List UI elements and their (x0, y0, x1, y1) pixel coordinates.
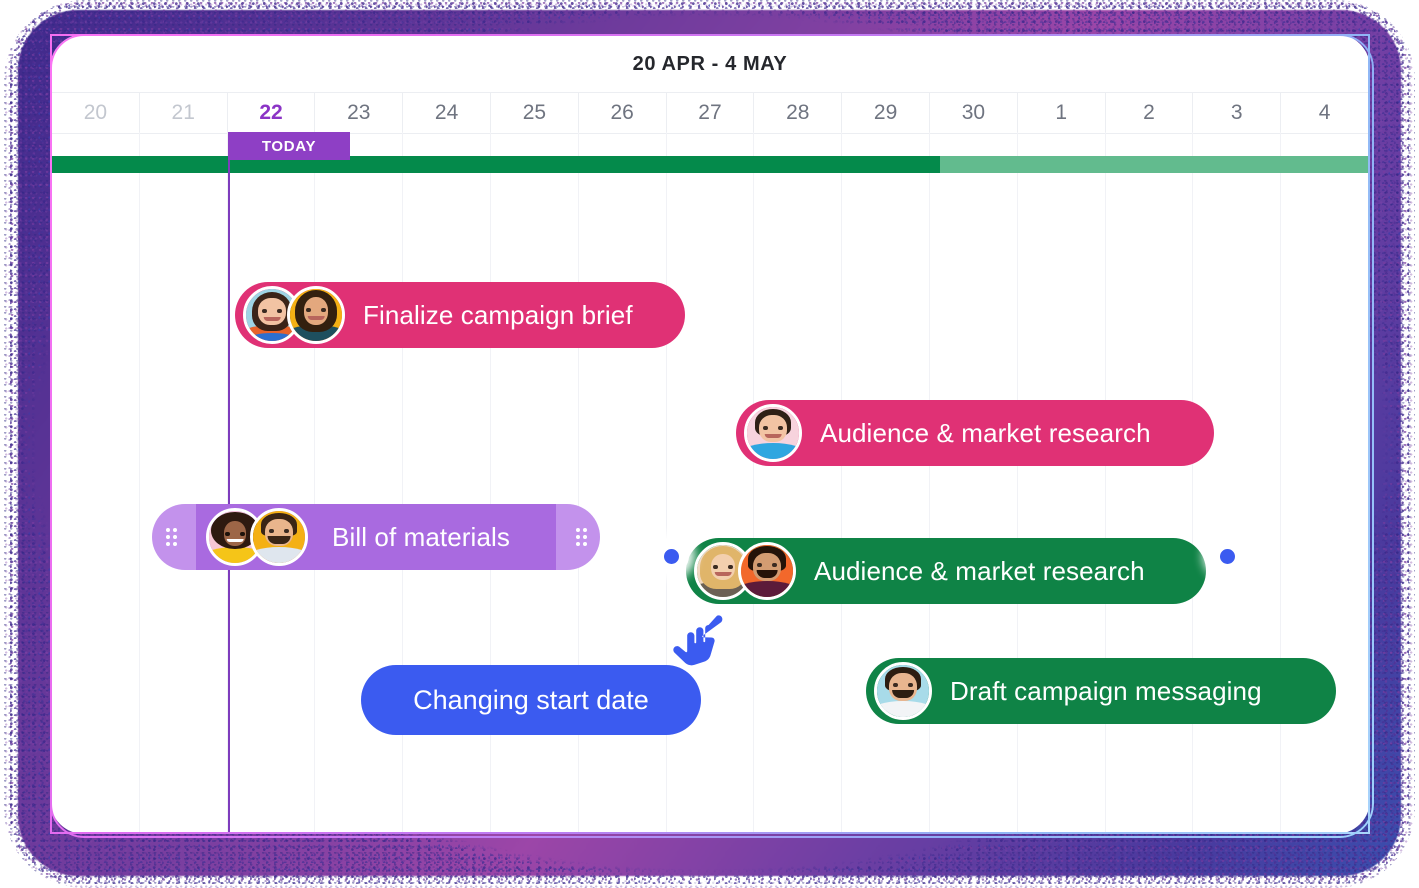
day-column-header[interactable]: 3 (1193, 93, 1282, 133)
gantt-chart-panel: 20 APR - 4 MAY 20 21 22 23 24 25 26 27 28 29 30 1 2 3… (50, 34, 1370, 834)
drag-tooltip-label: Changing start date (413, 684, 649, 715)
grid-column (930, 132, 1018, 832)
task-label: Finalize campaign brief (363, 299, 633, 330)
resize-handle-left[interactable] (162, 522, 180, 552)
day-column-header[interactable]: 24 (403, 93, 491, 133)
task-bar-audience-market-research-green[interactable]: Audience & market research (686, 538, 1206, 604)
avatar[interactable] (874, 662, 932, 720)
day-column-header[interactable]: 20 (52, 93, 140, 133)
grid-column (1106, 132, 1194, 832)
task-bar-audience-market-research-pink[interactable]: Audience & market research (736, 400, 1214, 466)
avatar[interactable] (738, 542, 796, 600)
task-assignee-avatars[interactable] (243, 286, 345, 344)
day-column-header[interactable]: 21 (140, 93, 228, 133)
day-column-header[interactable]: 1 (1018, 93, 1106, 133)
day-column-header[interactable]: 26 (579, 93, 667, 133)
day-column-header[interactable]: 28 (754, 93, 843, 133)
task-label: Draft campaign messaging (950, 675, 1262, 706)
progress-completed-segment (52, 156, 940, 173)
resize-handle-right[interactable] (572, 522, 590, 552)
grid-column (1018, 132, 1106, 832)
day-column-header[interactable]: 23 (315, 93, 404, 133)
avatar[interactable] (744, 404, 802, 462)
day-column-header[interactable]: 2 (1106, 93, 1194, 133)
timeline-grid (52, 132, 1368, 832)
task-bar-finalize-campaign-brief[interactable]: Finalize campaign brief (235, 282, 685, 348)
grid-column (52, 132, 140, 832)
grid-column (228, 132, 316, 832)
task-label: Audience & market research (814, 555, 1145, 586)
task-assignee-avatars[interactable] (744, 404, 802, 462)
task-assignee-avatars[interactable] (874, 662, 932, 720)
timeline-day-header: 20 21 22 23 24 25 26 27 28 29 30 1 2 3 4 (52, 92, 1368, 134)
day-column-header[interactable]: 22 (228, 93, 316, 133)
task-bar-bill-of-materials[interactable]: Bill of materials (152, 504, 600, 570)
connection-dot-left[interactable] (653, 538, 689, 574)
avatar[interactable] (287, 286, 345, 344)
day-column-header[interactable]: 4 (1281, 93, 1368, 133)
grid-column (140, 132, 228, 832)
day-column-header[interactable]: 29 (842, 93, 930, 133)
today-marker-line (228, 160, 230, 832)
grid-column (1193, 132, 1282, 832)
task-assignee-avatars[interactable] (694, 542, 796, 600)
grid-column (754, 132, 843, 832)
day-column-header[interactable]: 30 (930, 93, 1018, 133)
task-bar-draft-campaign-messaging[interactable]: Draft campaign messaging (866, 658, 1336, 724)
progress-remaining-segment (940, 156, 1368, 173)
pointing-hand-cursor-icon (672, 614, 724, 672)
grid-column (842, 132, 930, 832)
day-column-header[interactable]: 27 (667, 93, 755, 133)
avatar[interactable] (250, 508, 308, 566)
day-column-header[interactable]: 25 (491, 93, 579, 133)
task-assignee-avatars[interactable] (206, 508, 308, 566)
today-badge: TODAY (228, 132, 350, 160)
connection-dot-right[interactable] (1209, 538, 1245, 574)
task-label: Bill of materials (332, 521, 510, 552)
date-range-title: 20 APR - 4 MAY (632, 52, 788, 75)
grid-column (1281, 132, 1368, 832)
task-label: Audience & market research (820, 417, 1151, 448)
date-range-header: 20 APR - 4 MAY (52, 36, 1368, 92)
drag-tooltip: Changing start date (361, 665, 701, 735)
